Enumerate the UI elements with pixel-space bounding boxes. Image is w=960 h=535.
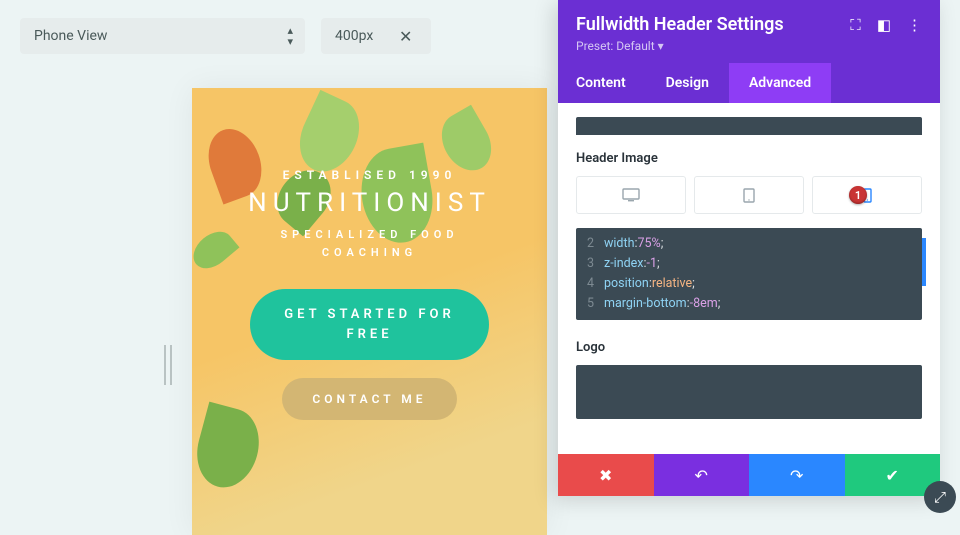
target-icon[interactable]: ⛶ [850, 16, 861, 34]
device-tablet-button[interactable] [694, 176, 804, 214]
panel-title: Fullwidth Header Settings [576, 14, 784, 35]
header-image-label: Header Image [576, 151, 922, 166]
undo-icon: ↶ [695, 466, 708, 485]
close-button[interactable]: ✖ [558, 454, 654, 496]
tabs: Content Design Advanced [576, 63, 922, 103]
tab-design[interactable]: Design [646, 63, 729, 103]
phone-preview: ESTABLISED 1990 NUTRITIONIST SPECIALIZED… [192, 88, 547, 535]
device-desktop-button[interactable] [576, 176, 686, 214]
brand-title: NUTRITIONIST [248, 188, 491, 218]
close-icon: ✖ [599, 466, 612, 485]
desktop-icon [622, 188, 640, 202]
annotation-badge: 1 [849, 186, 867, 204]
more-icon[interactable]: ⋮ [907, 16, 922, 34]
tab-advanced[interactable]: Advanced [729, 63, 831, 103]
tablet-icon [743, 188, 755, 203]
view-select[interactable]: Phone View [20, 18, 305, 54]
check-icon: ✔ [886, 466, 899, 485]
panel-body[interactable]: Header Image 1 2width:75%;3z-index:-1;4p… [558, 103, 940, 454]
panel-header: Fullwidth Header Settings ⛶ ◧ ⋮ Preset: … [558, 0, 940, 103]
logo-code-editor[interactable] [576, 365, 922, 419]
preset-dropdown[interactable]: Preset: Default ▾ [576, 39, 922, 63]
device-phone-button[interactable]: 1 [812, 176, 922, 214]
expand-button[interactable]: ⤢ [924, 481, 956, 513]
logo-label: Logo [576, 340, 922, 355]
scroll-indicator [922, 238, 926, 286]
expand-icon: ⤢ [934, 488, 946, 506]
width-input[interactable] [335, 28, 395, 44]
redo-button[interactable]: ↷ [749, 454, 845, 496]
css-code-editor[interactable]: 2width:75%;3z-index:-1;4position:relativ… [576, 228, 922, 320]
hero-section: ESTABLISED 1990 NUTRITIONIST SPECIALIZED… [192, 88, 547, 535]
contact-me-button[interactable]: CONTACT ME [282, 378, 456, 420]
redo-icon: ↷ [790, 466, 803, 485]
resize-handle[interactable] [164, 345, 180, 385]
subtitle: SPECIALIZED FOODCOACHING [248, 226, 491, 261]
columns-icon[interactable]: ◧ [877, 16, 891, 34]
get-started-button[interactable]: GET STARTED FORFREE [250, 289, 488, 360]
panel-footer: ✖ ↶ ↷ ✔ [558, 454, 940, 496]
established-text: ESTABLISED 1990 [248, 168, 491, 182]
clear-width-button[interactable]: ✕ [395, 27, 416, 46]
collapsed-section[interactable] [576, 117, 922, 135]
undo-button[interactable]: ↶ [654, 454, 750, 496]
tab-content[interactable]: Content [576, 63, 646, 103]
settings-panel: Fullwidth Header Settings ⛶ ◧ ⋮ Preset: … [558, 0, 940, 496]
width-input-wrap: ✕ [321, 18, 431, 54]
view-select-wrap: Phone View ▴▾ [20, 18, 305, 54]
